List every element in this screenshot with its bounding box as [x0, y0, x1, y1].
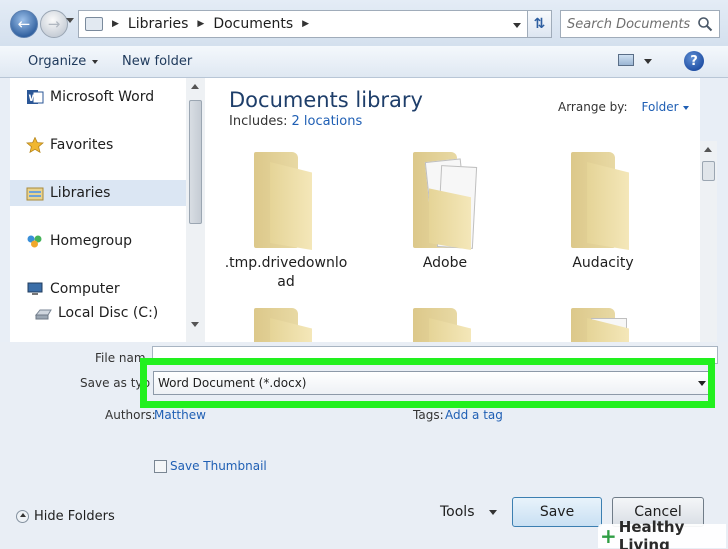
hide-folders-button[interactable]: Hide Folders: [16, 509, 115, 524]
save-thumbnail-label: Save Thumbnail: [170, 459, 267, 473]
navigation-scrollbar[interactable]: [186, 78, 205, 342]
tags-label: Tags:: [413, 408, 444, 422]
nav-item-local-disc[interactable]: Local Disc (C:): [10, 300, 186, 326]
folder-item[interactable]: Adobe: [370, 148, 520, 273]
chevron-right-icon[interactable]: ▶: [302, 19, 309, 29]
file-list-scrollbar[interactable]: [700, 141, 717, 342]
scroll-down-icon[interactable]: [191, 322, 199, 327]
organize-button[interactable]: Organize: [28, 54, 99, 69]
folder-name: .tmp.drivedownlo ad: [224, 255, 348, 290]
view-options-button[interactable]: [618, 54, 634, 66]
computer-icon: [27, 282, 43, 295]
scrollbar-thumb[interactable]: [702, 161, 715, 181]
breadcrumb-documents[interactable]: Documents: [213, 16, 293, 32]
save-button[interactable]: Save: [512, 497, 602, 527]
filename-label: File nam: [95, 351, 146, 365]
includes-label: Includes:: [229, 114, 288, 129]
forward-button[interactable]: →: [40, 10, 68, 38]
star-icon: [26, 137, 44, 153]
libraries-icon: [26, 187, 44, 201]
watermark-text: Healthy Living: [618, 518, 685, 549]
locations-link[interactable]: 2 locations: [291, 114, 362, 129]
help-button[interactable]: ?: [684, 51, 704, 71]
navigation-pane: W Microsoft Word Favorites Libraries Hom…: [10, 78, 186, 342]
new-folder-button[interactable]: New folder: [122, 54, 192, 69]
caret-down-icon[interactable]: [682, 105, 689, 110]
organize-label: Organize: [28, 54, 87, 69]
tools-label: Tools: [440, 504, 475, 520]
nav-item-label: Homegroup: [50, 233, 133, 249]
homegroup-icon: [27, 235, 42, 248]
nav-item-label: Local Disc (C:): [58, 305, 159, 321]
breadcrumb[interactable]: ▶ Libraries ▶ Documents ▶: [78, 10, 528, 38]
search-input[interactable]: [561, 11, 695, 37]
back-button[interactable]: ←: [10, 10, 38, 38]
arrow-left-icon: ←: [17, 15, 31, 33]
plus-icon: +: [600, 524, 617, 548]
library-title: Documents library: [229, 88, 423, 112]
word-icon: W: [27, 90, 44, 104]
chevron-right-icon[interactable]: ▶: [197, 19, 204, 29]
caret-down-icon: [92, 59, 99, 64]
authors-value[interactable]: Matthew: [154, 408, 206, 422]
nav-item-label: Favorites: [50, 137, 114, 153]
arrow-right-icon: →: [47, 15, 61, 33]
folder-item[interactable]: [211, 304, 361, 342]
nav-item-label: Computer: [50, 281, 120, 297]
add-tag-link[interactable]: Add a tag: [445, 408, 503, 422]
nav-item-label: Libraries: [50, 185, 111, 201]
folder-icon: [248, 148, 324, 252]
address-bar: ← → ▶ Libraries ▶ Documents ▶ ⇅: [0, 0, 728, 46]
hide-folders-label: Hide Folders: [34, 509, 115, 524]
nav-item-microsoft-word[interactable]: W Microsoft Word: [10, 84, 186, 110]
tools-button[interactable]: Tools: [440, 504, 497, 520]
view-options-dropdown[interactable]: [644, 59, 652, 64]
folder-item[interactable]: [528, 304, 678, 342]
watermark-logo: + Healthy Living: [598, 518, 726, 549]
folder-icon: [407, 148, 483, 252]
arrange-value-dropdown[interactable]: Folder: [642, 100, 679, 114]
scroll-up-icon[interactable]: [704, 147, 712, 152]
chevron-right-icon[interactable]: ▶: [112, 19, 119, 29]
authors-label: Authors:: [105, 408, 156, 422]
address-history-dropdown[interactable]: [513, 23, 521, 28]
scroll-up-icon[interactable]: [191, 84, 199, 89]
search-icon[interactable]: [697, 16, 713, 32]
library-includes: Includes: 2 locations: [229, 114, 362, 129]
folder-icon: [565, 304, 641, 342]
save-thumbnail-checkbox[interactable]: [154, 460, 167, 473]
folder-name: Adobe: [422, 255, 468, 271]
recent-pages-dropdown[interactable]: [66, 18, 74, 23]
drive-icon: [34, 309, 52, 320]
refresh-button[interactable]: ⇅: [528, 10, 552, 38]
nav-item-libraries[interactable]: Libraries: [10, 180, 186, 206]
folder-item[interactable]: [370, 304, 520, 342]
chevron-up-icon: [16, 510, 29, 523]
folder-icon: [407, 304, 483, 342]
scrollbar-thumb[interactable]: [189, 100, 202, 224]
arrange-by: Arrange by: Folder: [558, 100, 689, 114]
svg-text:W: W: [29, 94, 39, 104]
highlight-box: [140, 358, 715, 408]
folder-icon: [565, 148, 641, 252]
file-list-pane: Documents library Includes: 2 locations A…: [205, 78, 700, 342]
caret-down-icon: [488, 509, 497, 515]
folder-item[interactable]: .tmp.drivedownlo ad: [211, 148, 361, 292]
command-bar: Organize New folder ?: [0, 46, 728, 78]
folder-icon: [248, 304, 324, 342]
nav-item-homegroup[interactable]: Homegroup: [10, 228, 186, 254]
nav-item-computer[interactable]: Computer: [10, 276, 186, 302]
folder-name: Audacity: [572, 255, 634, 271]
nav-item-label: Microsoft Word: [50, 89, 155, 105]
computer-icon: [85, 17, 103, 31]
search-box: [560, 10, 720, 38]
arrange-label: Arrange by:: [558, 100, 628, 114]
breadcrumb-libraries[interactable]: Libraries: [128, 16, 188, 32]
folder-item[interactable]: Audacity: [528, 148, 678, 273]
refresh-icon: ⇅: [533, 16, 546, 32]
nav-item-favorites[interactable]: Favorites: [10, 132, 186, 158]
